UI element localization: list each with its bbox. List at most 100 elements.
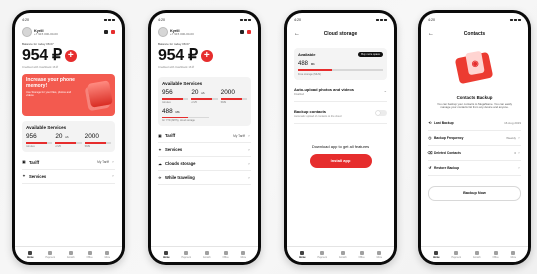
nav-home[interactable]: Home	[299, 250, 306, 259]
nav-growth[interactable]: Growth	[473, 250, 481, 259]
battery-icon	[384, 18, 387, 21]
stat-value: 2000	[85, 133, 111, 141]
nav-payment[interactable]: Payment	[452, 250, 461, 259]
menu-item-tariff[interactable]: ▣ Tariff My Tariff ›	[158, 129, 251, 144]
back-arrow-icon[interactable]: ←	[294, 31, 300, 37]
nav-payment[interactable]: Payment	[182, 250, 191, 259]
storage-progress-fill	[162, 116, 188, 119]
nav-label: Office	[86, 255, 93, 259]
nav-label: More	[376, 255, 383, 259]
stat-progress	[26, 142, 53, 144]
nav-growth[interactable]: Growth	[203, 250, 211, 259]
growth-icon	[68, 250, 73, 255]
available-services-card[interactable]: Available Services 956 minutes 20 sh of …	[22, 121, 115, 152]
nav-office[interactable]: Office	[222, 250, 229, 259]
nav-label: More	[510, 255, 517, 259]
search-icon[interactable]	[104, 30, 108, 34]
balance-row: 954 ₽ +	[22, 47, 115, 64]
install-app-button[interactable]: Install app	[309, 153, 372, 168]
stat-value: 20 sh	[55, 133, 81, 141]
menu-item-services[interactable]: ✦ Services ›	[22, 170, 115, 184]
nav-more[interactable]: More	[510, 250, 517, 259]
contacts-screen: 4:20 ← Contacts ◉ Contacts Backup You ca…	[421, 13, 528, 262]
detail-last-backup[interactable]: ⟲ Last Backup 16 Aug 2019	[428, 116, 521, 131]
user-block[interactable]: Kyrill +7 915 000-00-00	[158, 27, 194, 37]
menu-right: ›	[247, 162, 251, 166]
menu-item-travel[interactable]: ✈ While traveling ›	[158, 171, 251, 186]
auto-upload-setting[interactable]: Auto-upload photos and videos Disabled →	[294, 87, 387, 102]
back-arrow-icon[interactable]: ←	[428, 31, 434, 37]
page-title: Contacts	[463, 31, 486, 37]
nav-more[interactable]: More	[105, 250, 110, 259]
detail-right: Weekly ›	[506, 136, 521, 140]
credit-line: Credited with Cashback 16 ₽	[22, 65, 58, 69]
nav-office[interactable]: Office	[358, 250, 365, 259]
available-label: Available	[298, 52, 316, 57]
backup-contacts-setting[interactable]: Backup contacts Automatic upload of cont…	[294, 109, 387, 124]
backup-now-button[interactable]: Backup Now	[428, 185, 521, 201]
wallet-icon	[48, 250, 53, 255]
menu-label: Tariff	[29, 159, 40, 165]
storage-promo-banner[interactable]: Increase your phone memory! Use Storage …	[22, 74, 115, 116]
backup-contacts-toggle[interactable]	[375, 110, 387, 117]
buy-more-space-button[interactable]: Buy more space	[358, 52, 383, 57]
avatar[interactable]	[158, 27, 168, 37]
nav-office[interactable]: Office	[492, 250, 499, 259]
wallet-icon	[184, 250, 189, 255]
detail-deleted-contacts[interactable]: ⌫ Deleted Contacts 0 ›	[427, 146, 521, 161]
nav-home[interactable]: Home	[433, 250, 440, 259]
growth-icon	[340, 250, 345, 255]
phone-cloud-storage: 4:20 ← Cloud storage Available Buy more …	[284, 10, 397, 265]
chevron-right-icon: ›	[112, 174, 114, 179]
home-icon	[300, 250, 305, 255]
search-icon[interactable]	[240, 30, 244, 34]
status-bar: 4:20	[294, 13, 387, 25]
nav-office[interactable]: Office	[86, 250, 93, 259]
nav-home[interactable]: Home	[27, 250, 34, 259]
home-topbar: Kyrill +7 915 000-00-00	[22, 27, 115, 37]
menu-item-services[interactable]: ✦ Services ›	[158, 143, 251, 158]
home-icon	[28, 250, 33, 255]
stat-number: 20	[55, 133, 63, 140]
signal-icon	[376, 18, 379, 21]
menu-item-cloud-storage[interactable]: ☁ Clouds storage ›	[158, 157, 251, 172]
user-block[interactable]: Kyrill +7 915 000-00-00	[22, 27, 58, 37]
services-title: Available Services	[162, 81, 203, 86]
notifications-icon[interactable]	[247, 30, 251, 34]
wallet-icon	[454, 250, 459, 255]
nav-more[interactable]: More	[241, 250, 246, 259]
nav-home[interactable]: Home	[163, 250, 170, 259]
nav-payment[interactable]: Payment	[318, 250, 327, 259]
page-title: Cloud storage	[323, 31, 358, 37]
user-info: Kyrill +7 915 000-00-00	[34, 29, 58, 36]
avatar[interactable]	[22, 27, 32, 37]
detail-left: ⌫ Deleted Contacts	[427, 151, 460, 155]
nav-more[interactable]: More	[376, 250, 383, 259]
menu-right: My Tariff ›	[97, 160, 115, 164]
stat-caption: SMS	[84, 144, 91, 148]
menu-left: ✦ Services	[158, 147, 182, 152]
topup-button[interactable]: +	[64, 49, 77, 62]
nav-payment[interactable]: Payment	[46, 250, 55, 259]
topup-button[interactable]: +	[200, 49, 213, 62]
stat-minutes: 956 minutes	[162, 89, 189, 104]
detail-restore-backup[interactable]: ↺ Restore Backup ›	[428, 161, 521, 176]
battery-icon	[112, 18, 115, 21]
storage-unit: Mb	[310, 62, 315, 66]
notifications-icon[interactable]	[111, 30, 115, 34]
menu-item-tariff[interactable]: ▣ Tariff My Tariff ›	[22, 156, 115, 170]
stat-minutes: 956 minutes	[26, 133, 53, 148]
office-icon	[359, 250, 364, 255]
nav-label: Growth	[338, 255, 347, 259]
nav-label: Office	[492, 255, 499, 259]
detail-right: 0 ›	[514, 151, 521, 155]
cloud-storage-header: ← Cloud storage	[294, 30, 387, 38]
nav-growth[interactable]: Growth	[67, 250, 75, 259]
nav-label: Office	[222, 255, 229, 259]
available-services-card[interactable]: Available Services 956 minutes 20 sh of …	[158, 77, 251, 127]
detail-backup-frequency[interactable]: ◷ Backup Frequency Weekly ›	[428, 131, 521, 146]
nav-growth[interactable]: Growth	[338, 250, 347, 259]
services-icon: ✦	[22, 174, 26, 179]
restore-icon: ↺	[428, 165, 432, 170]
stat-caption: of 25	[191, 100, 197, 104]
